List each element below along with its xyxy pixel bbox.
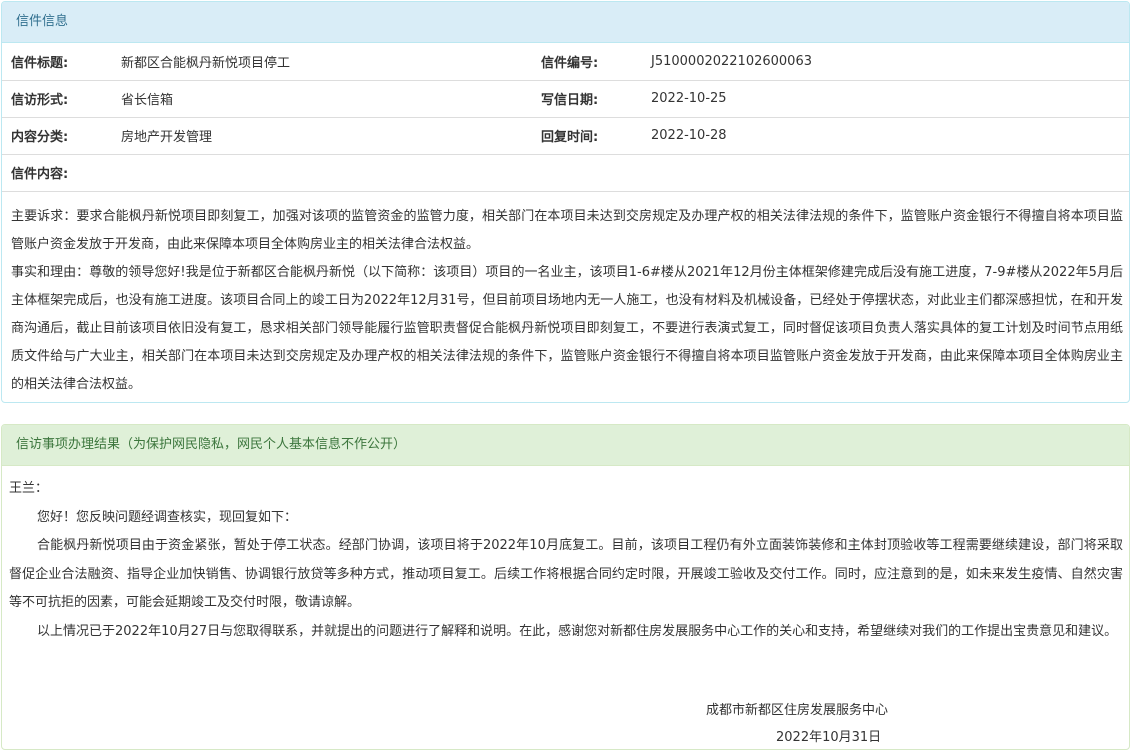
table-row: 信访形式: 省长信箱 写信日期: 2022-10-25 (2, 80, 1129, 118)
reply-paragraph: 您好！您反映问题经调查核实，现回复如下： (37, 509, 298, 525)
category-value: 房地产开发管理 (112, 117, 532, 155)
petition-form-value: 省长信箱 (112, 80, 532, 118)
table-row: 信件标题: 新都区合能枫丹新悦项目停工 信件编号: J5100002022102… (2, 43, 1129, 81)
letter-content-body: 主要诉求：要求合能枫丹新悦项目即刻复工，加强对该项的监管资金的监管力度，相关部门… (2, 192, 1129, 399)
category-label: 内容分类: (2, 117, 112, 155)
main-request-paragraph: 主要诉求：要求合能枫丹新悦项目即刻复工，加强对该项的监管资金的监管力度，相关部门… (11, 208, 1123, 252)
letter-number-label: 信件编号: (532, 43, 642, 81)
write-date-value: 2022-10-25 (642, 80, 1129, 118)
table-row: 内容分类: 房地产开发管理 回复时间: 2022-10-28 (2, 117, 1129, 155)
letter-title-label: 信件标题: (2, 43, 112, 81)
table-row: 信件内容: (2, 154, 1129, 192)
handling-result-heading: 信访事项办理结果（为保护网民隐私，网民个人基本信息不作公开） (2, 425, 1129, 466)
reply-salutation: 王兰： (9, 481, 49, 496)
letter-content-label: 信件内容: (2, 154, 1129, 192)
letter-title-value: 新都区合能枫丹新悦项目停工 (112, 43, 532, 81)
letter-info-table: 信件标题: 新都区合能枫丹新悦项目停工 信件编号: J5100002022102… (2, 43, 1129, 192)
letter-number-value: J5100002022102600063 (642, 43, 1129, 81)
reply-time-value: 2022-10-28 (642, 117, 1129, 155)
petition-form-label: 信访形式: (2, 80, 112, 118)
write-date-label: 写信日期: (532, 80, 642, 118)
reply-time-label: 回复时间: (532, 117, 642, 155)
handling-result-panel: 信访事项办理结果（为保护网民隐私，网民个人基本信息不作公开） 王兰： 您好！您反… (1, 424, 1130, 750)
reply-signature: 成都市新都区住房发展服务中心 (706, 703, 889, 718)
reply-paragraph: 合能枫丹新悦项目由于资金紧张，暂处于停工状态。经部门协调，该项目将于2022年1… (9, 538, 1123, 610)
facts-reasons-paragraph: 事实和理由：尊敬的领导您好!我是位于新都区合能枫丹新悦（以下简称：该项目）项目的… (11, 264, 1123, 392)
reply-date: 2022年10月31日 (776, 730, 882, 745)
letter-info-heading: 信件信息 (2, 2, 1129, 43)
letter-info-panel: 信件信息 信件标题: 新都区合能枫丹新悦项目停工 信件编号: J51000020… (1, 1, 1130, 403)
reply-body: 王兰： 您好！您反映问题经调查核实，现回复如下： 合能枫丹新悦项目由于资金紧张，… (2, 466, 1129, 646)
reply-paragraph: 以上情况已于2022年10月27日与您取得联系，并就提出的问题进行了解释和说明。… (37, 623, 1118, 639)
